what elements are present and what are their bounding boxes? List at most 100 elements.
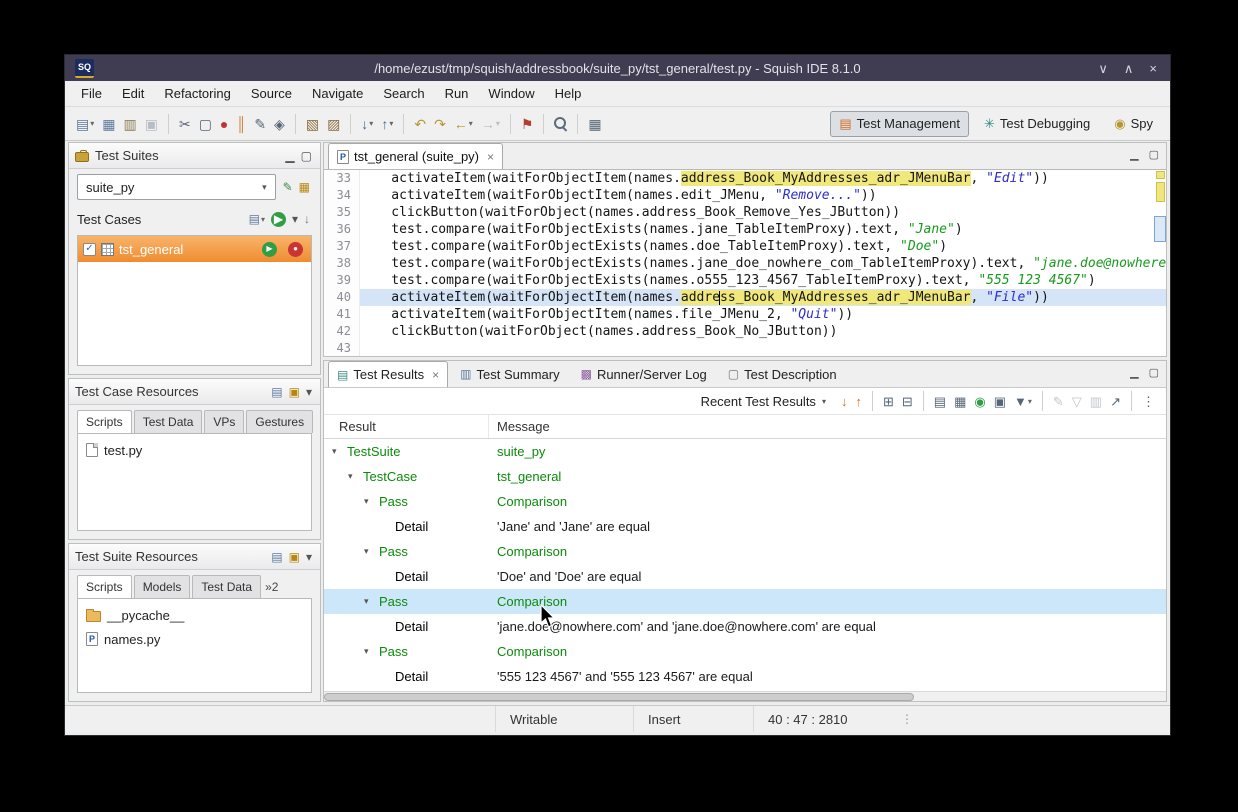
back-icon[interactable]: ←▾ [451,114,476,134]
next-failure-icon[interactable]: ↓ [838,392,851,411]
code-area[interactable]: 33 activateItem(waitForObjectItem(names.… [324,170,1166,356]
resource-names-py[interactable]: names.py [80,627,309,651]
new-suite-folder-icon[interactable]: ▣ [287,550,302,564]
editor-tab[interactable]: tst_general (suite_py) × [328,143,503,169]
perspective-spy[interactable]: ◉Spy [1105,111,1162,137]
suite-resources-menu-icon[interactable]: ▾ [304,550,314,564]
show-report-icon[interactable]: ▤ [931,392,949,411]
minimize-window-icon[interactable]: ∨ [1095,59,1111,78]
open-in-browser-icon[interactable]: ↗ [1107,392,1124,411]
collapse-all-icon[interactable]: ⊟ [899,392,916,411]
run-test-case-button[interactable]: ▶ [259,239,280,260]
record-test-case-button[interactable]: ● [285,239,306,260]
new-test-suite-icon[interactable]: ▦ [99,114,118,134]
menu-search[interactable]: Search [373,82,434,105]
tcr-tab-vps[interactable]: VPs [204,410,244,433]
code-line-38[interactable]: 38 test.compare(waitForObjectExists(name… [324,255,1166,272]
result-row-8[interactable]: ▾PassComparison [324,639,1166,664]
line-number[interactable]: 36 [324,221,360,238]
record-icon[interactable]: ● [217,114,231,134]
menu-window[interactable]: Window [478,82,544,105]
maximize-results-icon[interactable]: ▢ [1146,365,1162,382]
results-hscrollbar[interactable] [324,691,1166,701]
tab-test-summary[interactable]: ▥Test Summary [451,361,568,387]
resource-test-py[interactable]: test.py [80,438,309,462]
run-test-icon[interactable]: ↓▾ [358,114,376,134]
open-file-icon[interactable]: ▥ [120,114,139,134]
code-line-35[interactable]: 35 clickButton(waitForObject(names.addre… [324,204,1166,221]
result-row-0[interactable]: ▾TestSuitesuite_py [324,439,1166,464]
save-results-icon[interactable]: ▽ [1069,392,1085,411]
line-number[interactable]: 41 [324,306,360,323]
result-row-1[interactable]: ▾TestCasetst_general [324,464,1166,489]
line-number[interactable]: 34 [324,187,360,204]
tcr-tab-scripts[interactable]: Scripts [77,410,132,433]
line-number[interactable]: 42 [324,323,360,340]
perspective-test-management[interactable]: ▤Test Management [830,111,969,137]
tcr-tab-test-data[interactable]: Test Data [134,410,203,433]
minimize-results-icon[interactable]: ▁ [1127,365,1141,382]
tsr-tab-test-data[interactable]: Test Data [192,575,261,598]
menu-source[interactable]: Source [241,82,302,105]
editor-scrollbar-thumb[interactable] [1154,216,1166,242]
sort-test-cases-icon[interactable]: ↓ [302,212,312,226]
code-line-33[interactable]: 33 activateItem(waitForObjectItem(names.… [324,170,1166,187]
menu-navigate[interactable]: Navigate [302,82,373,105]
save-icon[interactable]: ▣ [142,114,161,134]
code-line-39[interactable]: 39 test.compare(waitForObjectExists(name… [324,272,1166,289]
tab-test-description[interactable]: ▢Test Description [719,361,846,387]
menu-run[interactable]: Run [435,82,479,105]
view-menu-icon[interactable]: ⋮ [1139,392,1158,411]
line-number[interactable]: 43 [324,340,360,356]
redo-icon[interactable]: ↷ [431,114,449,134]
minimize-editor-icon[interactable]: ▁ [1127,147,1141,164]
resources-menu-icon[interactable]: ▾ [304,385,314,399]
previous-failure-icon[interactable]: ↑ [852,392,865,411]
line-number[interactable]: 33 [324,170,360,187]
test-suites-header[interactable]: Test Suites ▁▢ [69,143,320,169]
combo-arrow-icon[interactable]: ▾ [258,182,271,193]
line-number[interactable]: 38 [324,255,360,272]
test-suite-resources-header[interactable]: Test Suite Resources ▤▣▾ [69,544,320,570]
interrupt-icon[interactable]: ║ [233,114,249,134]
rename-suite-icon[interactable]: ✎ [281,180,295,194]
verification-point-icon[interactable]: ◈ [271,114,288,134]
tsr-tab-scripts[interactable]: Scripts [77,575,132,598]
new-wizard-icon[interactable]: ▤▾ [73,114,97,134]
suite-settings-icon[interactable]: ▦ [297,180,312,194]
new-script-icon[interactable]: ▤ [269,385,284,399]
result-row-5[interactable]: Detail'Doe' and 'Doe' are equal [324,564,1166,589]
close-tab-icon[interactable]: × [487,150,494,164]
result-row-2[interactable]: ▾PassComparison [324,489,1166,514]
new-folder-icon[interactable]: ▣ [287,385,302,399]
result-row-6[interactable]: ▾PassComparison [324,589,1166,614]
cut-icon[interactable]: ✂ [176,114,194,134]
run-options-icon[interactable]: ▾ [290,212,300,226]
close-tab-icon[interactable]: × [432,368,439,382]
menu-edit[interactable]: Edit [112,82,154,105]
code-line-42[interactable]: 42 clickButton(waitForObject(names.addre… [324,323,1166,340]
new-suite-script-icon[interactable]: ▤ [269,550,284,564]
tsr-tab--2[interactable]: »2 [263,576,280,598]
result-row-3[interactable]: Detail'Jane' and 'Jane' are equal [324,514,1166,539]
bookmark-flag-icon[interactable]: ⚑ [518,114,537,134]
menu-file[interactable]: File [71,82,112,105]
line-number[interactable]: 35 [324,204,360,221]
edit-wand-icon[interactable]: ✎ [251,114,269,134]
maximize-editor-icon[interactable]: ▢ [1146,147,1162,164]
export-results-icon[interactable]: ▣ [991,392,1009,411]
result-row-4[interactable]: ▾PassComparison [324,539,1166,564]
maximize-window-icon[interactable]: ∧ [1121,59,1137,78]
search-icon[interactable] [551,114,570,133]
tsr-tab-models[interactable]: Models [134,575,191,598]
code-line-40[interactable]: 40 activateItem(waitForObjectItem(names.… [324,289,1166,306]
minimize-view-icon[interactable]: ▁ [283,149,296,163]
code-line-37[interactable]: 37 test.compare(waitForObjectExists(name… [324,238,1166,255]
maximize-view-icon[interactable]: ▢ [299,149,314,163]
code-line-36[interactable]: 36 test.compare(waitForObjectExists(name… [324,221,1166,238]
filter-icon[interactable]: ▼▾ [1011,392,1035,411]
run-test-suite-button[interactable]: ▶ [269,211,288,228]
pass-fail-filter-icon[interactable]: ◉ [971,392,988,411]
test-case-checkbox[interactable]: ✓ [83,243,96,256]
tab-runner-server-log[interactable]: ▩Runner/Server Log [572,361,716,387]
